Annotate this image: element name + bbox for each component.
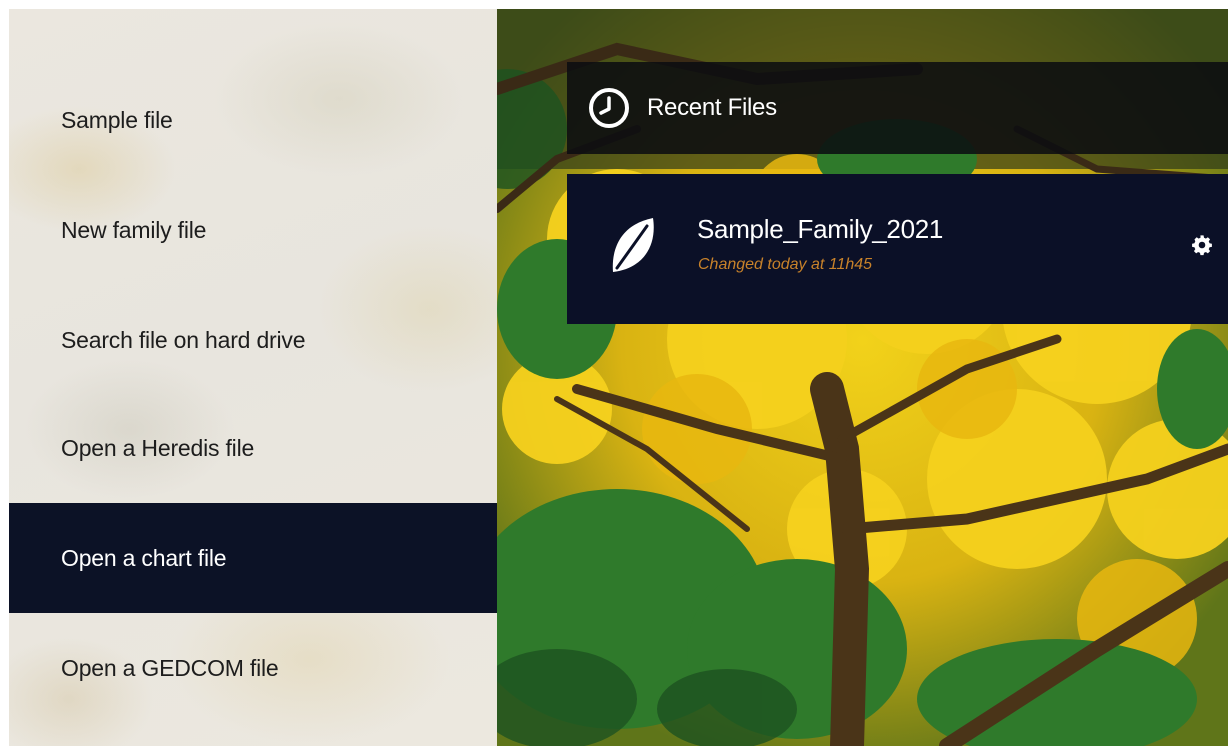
clock-icon	[589, 88, 629, 128]
gear-icon	[1192, 235, 1212, 256]
menu-item-label: Sample file	[61, 106, 173, 133]
menu-item-new-family-file[interactable]: New family file	[9, 175, 497, 285]
menu-item-open-heredis-file[interactable]: Open a Heredis file	[9, 393, 497, 503]
menu-item-label: Open a chart file	[61, 544, 227, 571]
menu-item-sample-file[interactable]: Sample file	[9, 65, 497, 175]
menu-item-label: Open a GEDCOM file	[61, 654, 279, 681]
recent-file-item[interactable]: Sample_Family_2021 Changed today at 11h4…	[567, 174, 1228, 324]
menu-item-label: Open a Heredis file	[61, 434, 255, 461]
file-settings-button[interactable]	[1187, 230, 1217, 260]
file-name: Sample_Family_2021	[697, 214, 944, 244]
menu-item-search-file[interactable]: Search file on hard drive	[9, 285, 497, 395]
menu-item-label: Search file on hard drive	[61, 326, 306, 353]
recent-files-title: Recent Files	[647, 94, 777, 121]
menu-item-label: New family file	[61, 216, 207, 243]
menu-item-open-gedcom-file[interactable]: Open a GEDCOM file	[9, 613, 497, 723]
recent-files-header: Recent Files	[567, 62, 1228, 154]
menu-item-open-chart-file[interactable]: Open a chart file	[9, 503, 497, 613]
file-modified-date: Changed today at 11h45	[698, 256, 873, 273]
file-menu: Sample file New family file Search file …	[9, 9, 497, 746]
leaf-icon	[612, 218, 654, 272]
